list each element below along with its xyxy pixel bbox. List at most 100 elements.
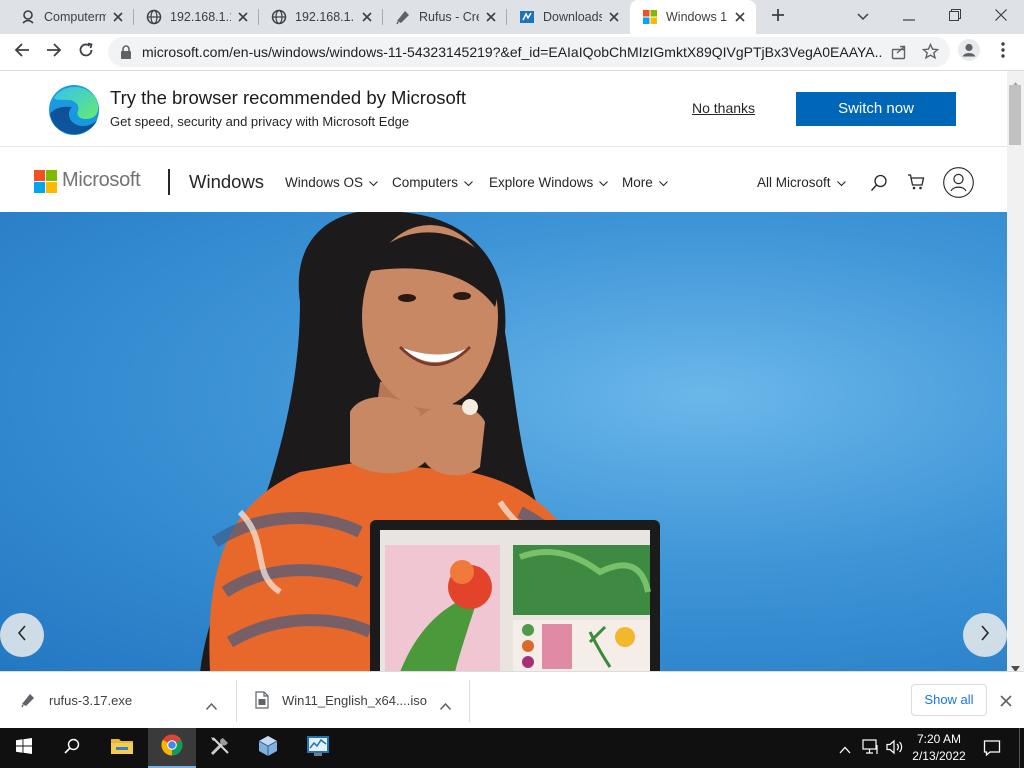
tab-title: Windows 1 — [666, 10, 728, 24]
chevron-up-icon[interactable] — [439, 697, 452, 715]
minimize-button[interactable] — [886, 0, 932, 34]
tab-close-icon[interactable] — [732, 9, 748, 25]
taskbar-file-explorer[interactable] — [98, 728, 146, 768]
globe-icon — [271, 9, 287, 25]
chevron-up-icon[interactable] — [205, 697, 218, 715]
downloads-site-icon — [519, 9, 535, 25]
download-item[interactable]: rufus-3.17.exe — [0, 672, 236, 729]
profile-button[interactable] — [955, 38, 983, 66]
download-item[interactable]: Win11_English_x64....iso — [237, 672, 469, 729]
taskbar-tools[interactable] — [196, 728, 244, 768]
tab-search-button[interactable] — [840, 0, 886, 34]
browser-tab[interactable]: 192.168.1.1 — [259, 0, 383, 34]
taskbar-chrome[interactable] — [148, 728, 196, 768]
close-icon — [995, 8, 1007, 26]
no-thanks-link[interactable]: No thanks — [692, 100, 755, 116]
tab-close-icon[interactable] — [606, 9, 622, 25]
download-file-name: Win11_English_x64....iso — [282, 693, 428, 708]
nav-label: Windows OS — [285, 175, 364, 190]
switch-now-button[interactable]: Switch now — [796, 92, 956, 126]
chevron-right-icon — [980, 624, 990, 646]
chevron-down-icon — [836, 175, 846, 190]
chevron-up-icon[interactable] — [839, 741, 851, 759]
url-text[interactable]: microsoft.com/en-us/windows/windows-11-5… — [142, 37, 882, 67]
carousel-next-button[interactable] — [963, 613, 1007, 657]
address-bar[interactable]: microsoft.com/en-us/windows/windows-11-5… — [108, 37, 950, 67]
scrollbar-thumb[interactable] — [1009, 85, 1021, 145]
tab-close-icon[interactable] — [483, 9, 499, 25]
reload-icon — [78, 42, 94, 63]
nav-label: Computers — [392, 175, 459, 190]
computerm-icon — [20, 9, 36, 25]
start-button[interactable] — [0, 728, 48, 768]
show-desktop-button[interactable] — [1019, 728, 1024, 768]
page-scrollbar[interactable] — [1007, 71, 1024, 672]
rufus-file-icon — [20, 692, 36, 713]
arrow-left-icon — [14, 42, 30, 63]
clock-time: 7:20 AM — [916, 732, 962, 746]
account-sign-in-icon[interactable] — [943, 167, 974, 203]
plus-icon — [771, 8, 785, 27]
browser-tab-active[interactable]: Windows 1 — [630, 0, 756, 34]
browser-tab[interactable]: 192.168.1.1 — [134, 0, 259, 34]
microsoft-brand[interactable]: Microsoft — [62, 169, 141, 192]
back-button[interactable] — [8, 38, 36, 66]
tab-close-icon[interactable] — [110, 9, 126, 25]
tab-title: Computerm — [44, 10, 106, 24]
shopping-cart-icon[interactable] — [907, 173, 925, 196]
edge-logo-icon — [48, 84, 100, 141]
new-tab-button[interactable] — [755, 0, 801, 34]
tab-close-icon[interactable] — [235, 9, 251, 25]
nav-explore-windows[interactable]: Explore Windows — [489, 175, 609, 190]
nav-label: More — [622, 175, 653, 190]
network-icon[interactable] — [862, 739, 880, 760]
iso-file-icon — [255, 691, 269, 714]
windows-product-link[interactable]: Windows — [189, 171, 264, 193]
taskbar-search-button[interactable] — [48, 728, 96, 768]
tab-strip: Computerm 192.168.1.1 192.168.1.1 Rufus … — [0, 0, 1024, 34]
restore-icon — [949, 8, 961, 26]
browser-tab[interactable]: Computerm — [0, 0, 134, 34]
notification-center-icon[interactable] — [983, 739, 1001, 762]
tab-title: 192.168.1.1 — [295, 10, 355, 24]
nav-computers[interactable]: Computers — [392, 175, 473, 190]
reload-button[interactable] — [72, 38, 100, 66]
browser-tab[interactable]: Downloads — [507, 0, 630, 34]
chevron-down-icon — [464, 175, 473, 190]
microsoft-site-header: Microsoft Windows Windows OS Computers E… — [0, 147, 1007, 212]
kebab-menu-icon — [1001, 41, 1005, 63]
bookmark-star-icon[interactable] — [921, 42, 940, 65]
monitor-chart-icon — [306, 735, 330, 762]
browser-tab[interactable]: Rufus - Cre — [383, 0, 507, 34]
microsoft-logo-icon[interactable] — [34, 170, 57, 193]
close-icon[interactable] — [1000, 694, 1012, 712]
chrome-icon — [161, 733, 183, 761]
carousel-prev-button[interactable] — [0, 613, 44, 657]
chevron-down-icon — [369, 175, 378, 190]
search-icon — [64, 738, 80, 759]
header-divider — [168, 169, 170, 195]
taskbar-monitor-app[interactable] — [294, 728, 342, 768]
taskbar-virtualbox[interactable] — [244, 728, 292, 768]
minimize-icon — [903, 8, 915, 26]
share-icon[interactable] — [891, 44, 907, 65]
nav-more[interactable]: More — [622, 175, 668, 190]
chrome-menu-button[interactable] — [989, 38, 1017, 66]
close-window-button[interactable] — [978, 0, 1024, 34]
show-all-downloads-button[interactable]: Show all — [911, 684, 987, 716]
edge-banner-title: Try the browser recommended by Microsoft — [110, 87, 467, 108]
tab-title: Downloads — [543, 10, 602, 24]
volume-icon[interactable] — [886, 739, 904, 760]
nav-windows-os[interactable]: Windows OS — [285, 175, 378, 190]
browser-toolbar: microsoft.com/en-us/windows/windows-11-5… — [0, 34, 1024, 71]
restore-button[interactable] — [932, 0, 978, 34]
tools-icon — [209, 735, 231, 762]
search-icon[interactable] — [870, 174, 888, 197]
arrow-right-icon — [46, 42, 62, 63]
forward-button[interactable] — [40, 38, 68, 66]
tab-close-icon[interactable] — [359, 9, 375, 25]
lock-icon[interactable] — [120, 45, 132, 64]
downloads-bar: rufus-3.17.exe Win11_English_x64....iso … — [0, 671, 1024, 728]
nav-all-microsoft[interactable]: All Microsoft — [757, 175, 846, 190]
taskbar-clock[interactable]: 7:20 AM 2/13/2022 — [906, 731, 972, 765]
